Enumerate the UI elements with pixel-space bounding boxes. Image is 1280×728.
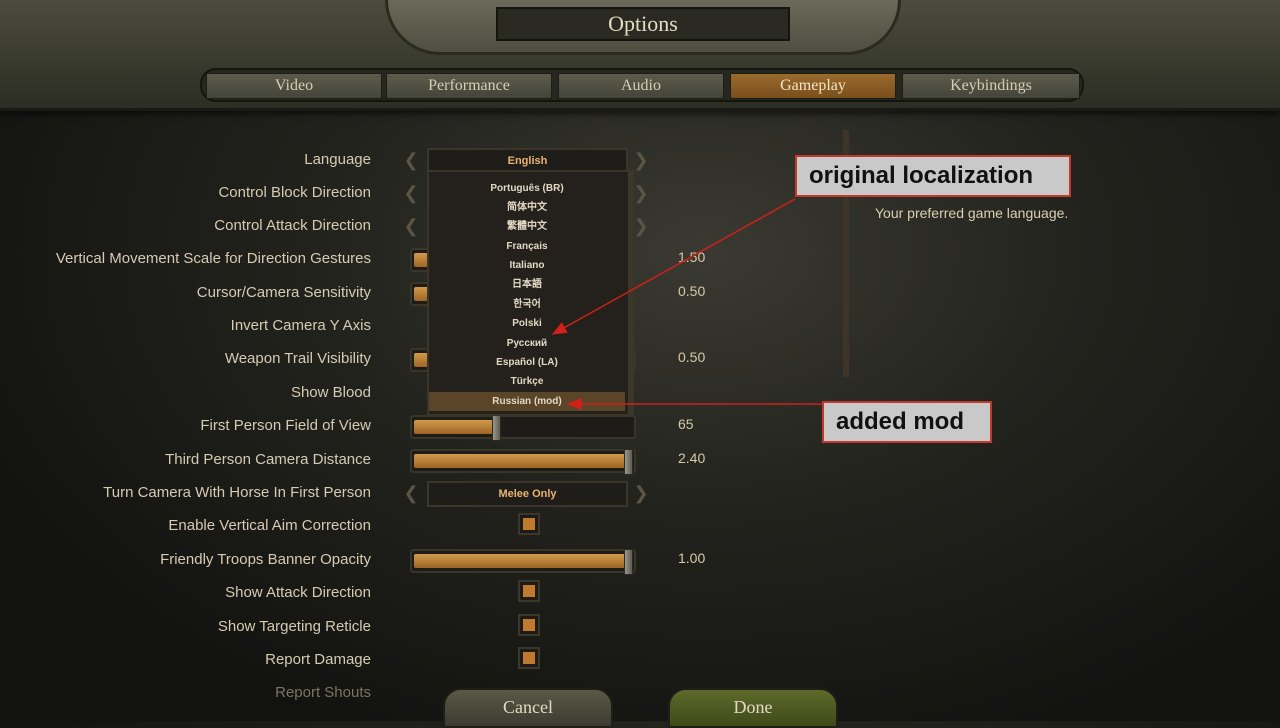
tab-video[interactable]: Video [206,73,382,99]
language-option[interactable]: Español (LA) [429,353,625,372]
show-attack-direction-checkbox[interactable] [518,580,540,602]
slider-thumb[interactable] [624,449,633,475]
language-option[interactable]: 日本語 [429,275,625,294]
language-option[interactable]: 简体中文 [429,198,625,217]
slider-fill [414,554,626,568]
third-person-camera-distance-slider[interactable] [410,449,636,475]
turn-camera-prev-arrow-icon[interactable]: ❮ [402,482,420,504]
annotation-added-mod: added mod [822,401,992,443]
control-block-direction-label: Control Block Direction [218,184,371,201]
setting-description: Your preferred game language. [875,205,1069,221]
show-targeting-reticle-label: Show Targeting Reticle [217,618,371,635]
page-title: Options [496,7,790,41]
third-person-camera-distance-label: Third Person Camera Distance [165,451,371,468]
language-dropdown-list: Português (BR) 简体中文 繁體中文 Français Italia… [427,170,634,416]
turn-camera-with-horse-dropdown[interactable]: Melee Only [427,481,628,507]
language-option[interactable]: Русский [429,334,625,353]
vertical-movement-scale-label: Vertical Movement Scale for Direction Ge… [55,250,371,267]
vertical-aim-correction-checkbox[interactable] [518,513,540,535]
slider-fill [414,454,626,468]
slider-thumb[interactable] [492,415,501,441]
friendly-banner-opacity-slider[interactable] [410,549,636,575]
invert-camera-y-label: Invert Camera Y Axis [230,317,371,334]
language-option[interactable]: Français [429,237,625,256]
language-option-russian-mod[interactable]: Russian (mod) [429,392,625,411]
language-option[interactable]: Português (BR) [429,179,625,198]
tab-gameplay[interactable]: Gameplay [730,73,896,99]
tab-bar: Video Performance Audio Gameplay Keybind… [200,68,1084,102]
control-block-next-arrow-icon[interactable]: ❯ [632,182,650,204]
friendly-banner-opacity-value: 1.00 [678,550,706,566]
language-option[interactable]: Türkçe [429,372,625,391]
show-blood-label: Show Blood [290,384,371,401]
show-targeting-reticle-checkbox[interactable] [518,614,540,636]
cursor-camera-sensitivity-value: 0.50 [678,283,706,299]
tab-performance[interactable]: Performance [386,73,552,99]
language-option[interactable]: 繁體中文 [429,217,625,236]
vertical-aim-correction-label: Enable Vertical Aim Correction [168,517,371,534]
cancel-button[interactable]: Cancel [443,688,613,728]
done-button[interactable]: Done [668,688,838,728]
first-person-fov-slider[interactable] [410,415,636,441]
language-option[interactable]: 한국어 [429,295,625,314]
language-prev-arrow-icon[interactable]: ❮ [402,149,420,171]
dropdown-scrollbar[interactable] [628,172,632,414]
turn-camera-next-arrow-icon[interactable]: ❯ [632,482,650,504]
weapon-trail-visibility-label: Weapon Trail Visibility [224,350,371,367]
show-attack-direction-label: Show Attack Direction [225,584,371,601]
control-block-prev-arrow-icon[interactable]: ❮ [402,182,420,204]
options-header: Options Video Performance Audio Gameplay… [0,0,1280,111]
language-next-arrow-icon[interactable]: ❯ [632,149,650,171]
tab-audio[interactable]: Audio [558,73,724,99]
control-attack-prev-arrow-icon[interactable]: ❮ [402,215,420,237]
report-damage-checkbox[interactable] [518,647,540,669]
turn-camera-with-horse-label: Turn Camera With Horse In First Person [103,484,371,501]
third-person-camera-distance-value: 2.40 [678,450,706,466]
slider-thumb[interactable] [624,549,633,575]
weapon-trail-visibility-value: 0.50 [678,349,706,365]
first-person-fov-label: First Person Field of View [200,417,371,434]
report-shouts-label: Report Shouts [275,684,371,701]
first-person-fov-value: 65 [678,416,694,432]
annotation-original-localization: original localization [795,155,1071,197]
friendly-banner-opacity-label: Friendly Troops Banner Opacity [160,551,371,568]
language-label: Language [304,151,371,168]
language-option[interactable]: Italiano [429,256,625,275]
language-option[interactable]: Polski [429,314,625,333]
control-attack-next-arrow-icon[interactable]: ❯ [632,215,650,237]
cursor-camera-sensitivity-label: Cursor/Camera Sensitivity [196,284,371,301]
slider-fill [414,420,494,434]
control-attack-direction-label: Control Attack Direction [214,217,371,234]
report-damage-label: Report Damage [265,651,371,668]
vertical-movement-scale-value: 1.50 [678,249,706,265]
tab-keybindings[interactable]: Keybindings [902,73,1080,99]
